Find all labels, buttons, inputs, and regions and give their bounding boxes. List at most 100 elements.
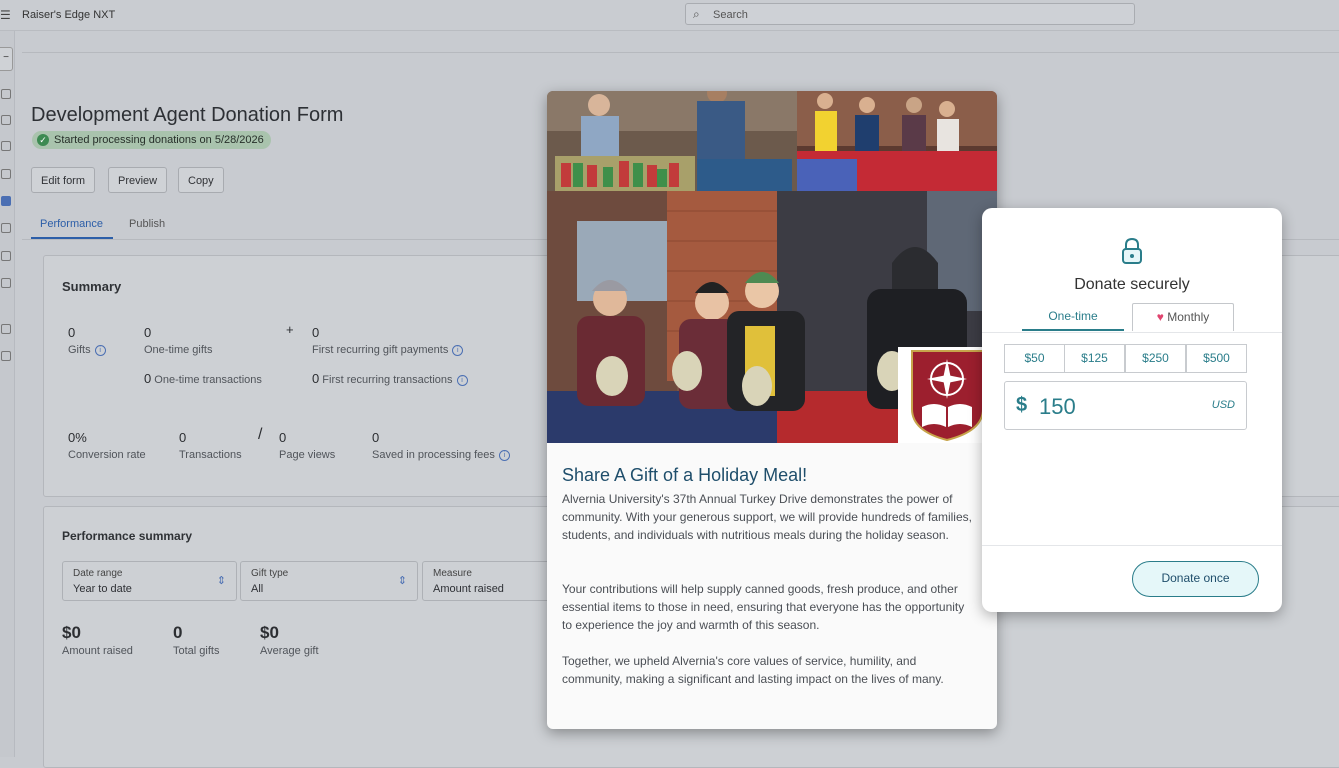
status-text: Started processing donations on 5/28/202…	[54, 134, 264, 146]
gifts-label: Gifts i	[68, 344, 106, 356]
fees-label-text: Saved in processing fees	[372, 449, 495, 461]
donate-once-button[interactable]: Donate once	[1132, 561, 1259, 597]
one-time-transactions-value: 0	[144, 371, 152, 386]
measure-label: Measure	[433, 568, 472, 579]
gifts-value: 0	[68, 325, 76, 340]
currency-symbol: $	[1016, 394, 1028, 416]
monthly-label: Monthly	[1167, 310, 1210, 324]
amount-raised-label: Amount raised	[62, 645, 133, 657]
header-photo-strip	[547, 91, 997, 191]
footer-divider	[982, 545, 1282, 546]
info-icon[interactable]: i	[498, 450, 510, 461]
date-range-select[interactable]: Date range Year to date ⇕	[62, 561, 237, 601]
total-gifts-value: 0	[173, 623, 183, 642]
search-placeholder: Search	[713, 9, 748, 21]
nav-mail-icon[interactable]	[1, 169, 11, 179]
search-icon: ⌕	[693, 7, 700, 21]
plus-sign: +	[286, 322, 294, 337]
first-recurring-transactions-value: 0	[312, 371, 320, 386]
preview-button[interactable]: Preview	[108, 167, 168, 193]
status-badge: ✓ Started processing donations on 5/28/2…	[32, 131, 271, 149]
one-time-transactions-label: One-time transactions	[154, 374, 262, 386]
donate-panel: Donate securely One-time ♥ Monthly $50 $…	[982, 208, 1282, 612]
one-time-transactions: 0 One-time transactions	[144, 371, 262, 386]
summary-title: Summary	[62, 279, 122, 294]
menu-icon[interactable]: ☰	[0, 8, 11, 22]
amount-raised-value: $0	[62, 623, 81, 642]
check-icon: ✓	[37, 134, 49, 146]
first-recurring-value: 0	[312, 325, 320, 340]
form-paragraph-2: Your contributions will help supply cann…	[562, 582, 965, 632]
search-input[interactable]: ⌕ Search	[685, 3, 1135, 25]
copy-button[interactable]: Copy	[178, 167, 224, 193]
form-heading: Share A Gift of a Holiday Meal!	[562, 465, 808, 485]
nav-forms-icon[interactable]	[1, 196, 11, 206]
gift-type-label: Gift type	[251, 568, 289, 579]
heart-icon: ♥	[1156, 310, 1164, 324]
gift-type-select[interactable]: Gift type All ⇕	[240, 561, 418, 601]
amount-button-250[interactable]: $250	[1125, 344, 1186, 373]
nav-lists-icon[interactable]	[1, 251, 11, 261]
nav-home-icon[interactable]	[1, 89, 11, 99]
chevron-updown-icon: ⇕	[216, 575, 226, 587]
frequency-divider	[982, 332, 1282, 333]
amount-value: 150	[1039, 394, 1076, 419]
gift-type-value: All	[251, 583, 264, 595]
lock-icon	[1122, 237, 1142, 264]
left-nav-rail: −	[0, 31, 15, 757]
date-range-label: Date range	[73, 568, 123, 579]
nav-help-icon[interactable]	[1, 351, 11, 361]
info-icon[interactable]: i	[452, 345, 464, 356]
nav-analytics-icon[interactable]	[1, 278, 11, 288]
measure-value: Amount raised	[433, 583, 504, 595]
amount-button-500[interactable]: $500	[1186, 344, 1247, 373]
average-gift-value: $0	[260, 623, 279, 642]
first-recurring-label-text: First recurring gift payments	[312, 344, 449, 356]
fees-label: Saved in processing fees i	[372, 449, 510, 461]
measure-select[interactable]: Measure Amount raised	[422, 561, 552, 601]
one-time-tab[interactable]: One-time	[1022, 303, 1124, 331]
amount-button-125[interactable]: $125	[1064, 344, 1125, 373]
amount-input[interactable]: $ 150 USD	[1004, 381, 1247, 430]
nav-admin-icon[interactable]	[1, 324, 11, 334]
date-range-value: Year to date	[73, 583, 132, 595]
tab-performance[interactable]: Performance	[40, 218, 103, 230]
first-recurring-label: First recurring gift payments i	[312, 344, 464, 356]
tab-publish[interactable]: Publish	[129, 218, 165, 230]
nav-settings-icon[interactable]	[1, 223, 11, 233]
performance-title: Performance summary	[62, 529, 193, 543]
form-paragraph-3: Together, we upheld Alvernia's core valu…	[562, 654, 944, 686]
first-recurring-transactions: 0 First recurring transactions i	[312, 371, 468, 386]
info-icon[interactable]: i	[94, 345, 106, 356]
collapse-nav-button[interactable]: −	[0, 47, 13, 71]
transactions-value: 0	[179, 430, 187, 445]
edit-form-button[interactable]: Edit form	[31, 167, 96, 193]
amount-button-50[interactable]: $50	[1004, 344, 1065, 373]
form-preview-card: Share A Gift of a Holiday Meal! Alvernia…	[547, 91, 997, 729]
transactions-label: Transactions	[179, 449, 242, 461]
nav-constituents-icon[interactable]	[1, 115, 11, 125]
currency-code: USD	[1211, 399, 1235, 411]
monthly-tab[interactable]: ♥ Monthly	[1132, 303, 1234, 331]
one-time-gifts-label: One-time gifts	[144, 344, 213, 356]
page-views-label: Page views	[279, 449, 336, 461]
conversion-label: Conversion rate	[68, 449, 146, 461]
first-recurring-transactions-label: First recurring transactions	[322, 374, 453, 386]
average-gift-label: Average gift	[260, 645, 319, 657]
info-icon[interactable]: i	[456, 375, 468, 386]
chevron-updown-icon: ⇕	[397, 575, 407, 587]
app-title: Raiser's Edge NXT	[22, 9, 116, 21]
top-bar: ☰ Raiser's Edge NXT ⌕ Search	[0, 0, 1339, 31]
slash-sign: /	[258, 426, 263, 443]
page-views-value: 0	[279, 430, 287, 445]
form-paragraph-1: Alvernia University's 37th Annual Turkey…	[562, 492, 972, 542]
nav-gifts-icon[interactable]	[1, 141, 11, 151]
page-title: Development Agent Donation Form	[31, 104, 344, 126]
gifts-label-text: Gifts	[68, 344, 91, 356]
donate-title: Donate securely	[1074, 276, 1190, 293]
fees-value: 0	[372, 430, 380, 445]
header-divider	[22, 52, 1339, 53]
conversion-value: 0%	[68, 430, 87, 445]
total-gifts-label: Total gifts	[173, 645, 220, 657]
one-time-gifts-value: 0	[144, 325, 152, 340]
